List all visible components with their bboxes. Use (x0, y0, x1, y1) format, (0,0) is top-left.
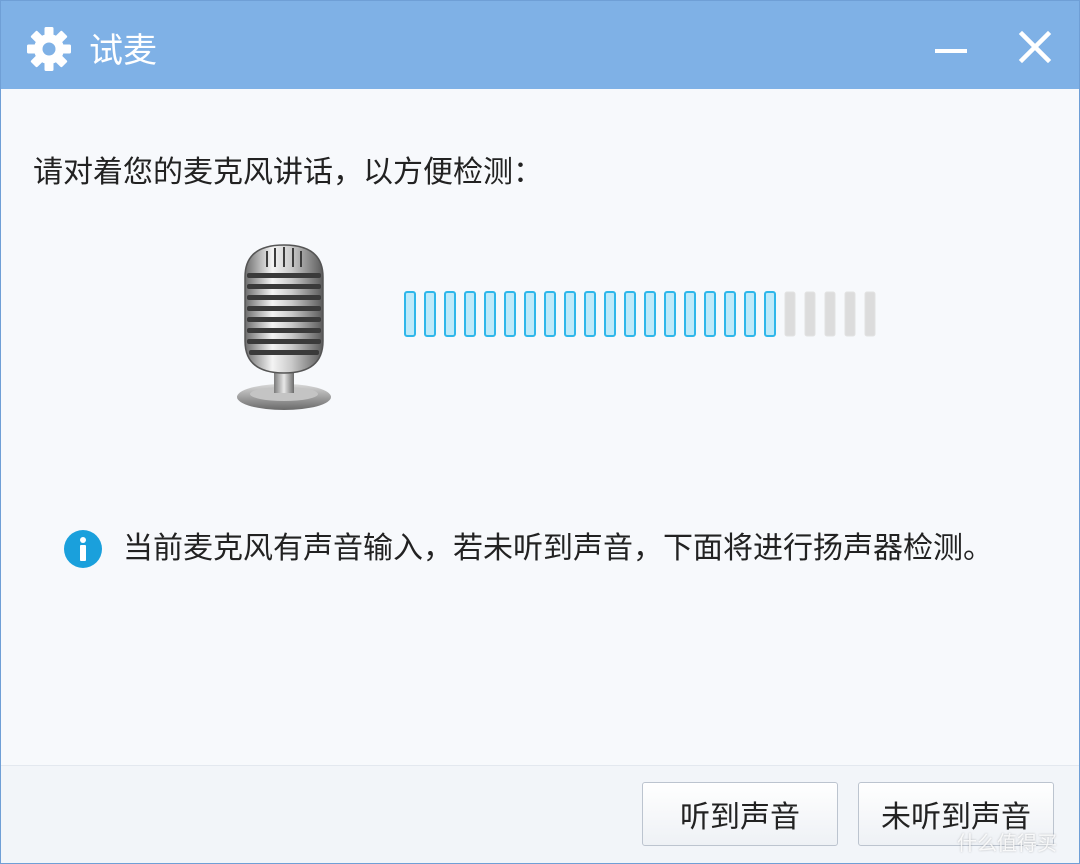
level-segment-inactive (784, 291, 796, 337)
level-segment-active (764, 291, 776, 337)
dialog-footer: 听到声音 未听到声音 (1, 765, 1079, 863)
heard-sound-button[interactable]: 听到声音 (642, 782, 838, 846)
title-bar[interactable]: 试麦 (1, 1, 1079, 89)
speak-prompt: 请对着您的麦克风讲话，以方便检测： (33, 155, 543, 190)
level-segment-inactive (824, 291, 836, 337)
minimize-icon (935, 49, 967, 53)
level-segment-active (444, 291, 456, 337)
level-segment-active (684, 291, 696, 337)
info-message: 当前麦克风有声音输入，若未听到声音，下面将进行扬声器检测。 (63, 527, 1003, 627)
microphone-icon (237, 244, 331, 410)
window-title: 试麦 (89, 31, 157, 71)
level-segment-active (704, 291, 716, 337)
level-segment-active (744, 291, 756, 337)
level-segment-active (544, 291, 556, 337)
input-level-meter (404, 291, 876, 337)
watermark: 什么值得买 (957, 831, 1057, 855)
level-segment-active (424, 291, 436, 337)
mic-test-dialog: 试麦 请对着您的麦克风讲话，以方便检测： 当前麦克风有声音输入，若未听到声音，下… (0, 0, 1080, 864)
level-segment-active (524, 291, 536, 337)
gear-icon (27, 27, 71, 71)
level-segment-inactive (844, 291, 856, 337)
level-segment-active (624, 291, 636, 337)
info-icon (64, 530, 102, 568)
info-text: 当前麦克风有声音输入，若未听到声音，下面将进行扬声器检测。 (123, 531, 993, 566)
minimize-button[interactable] (927, 23, 975, 71)
level-segment-inactive (804, 291, 816, 337)
level-segment-active (604, 291, 616, 337)
level-segment-active (664, 291, 676, 337)
level-segment-active (724, 291, 736, 337)
level-segment-active (564, 291, 576, 337)
close-button[interactable] (1011, 23, 1059, 71)
level-segment-active (644, 291, 656, 337)
level-segment-inactive (864, 291, 876, 337)
level-segment-active (484, 291, 496, 337)
level-segment-active (464, 291, 476, 337)
close-icon (1018, 30, 1052, 64)
level-segment-active (404, 291, 416, 337)
level-segment-active (584, 291, 596, 337)
level-segment-active (504, 291, 516, 337)
